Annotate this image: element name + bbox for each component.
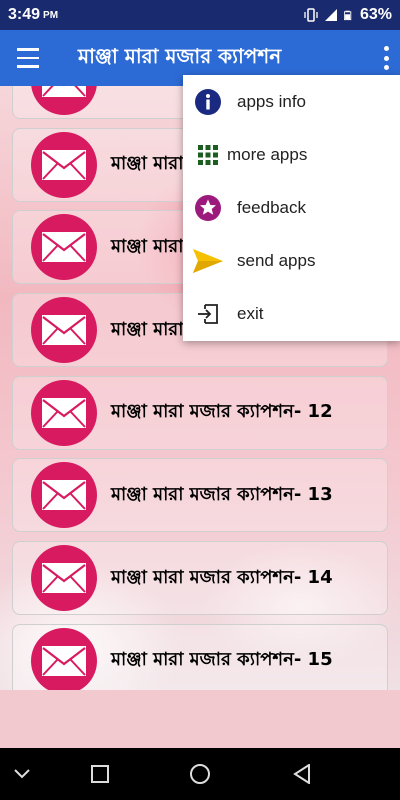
envelope-icon — [31, 214, 97, 281]
system-nav-bar — [0, 748, 400, 800]
menu-label: feedback — [237, 197, 306, 217]
list-item-label: মাঞ্জা মারা মজার ক্যাপশন- 15 — [111, 649, 333, 671]
chevron-down-icon[interactable] — [10, 762, 34, 786]
list-item-label: মাঞ্জা মারা মজার ক্যাপশন- 13 — [111, 483, 333, 505]
menu-item-send-apps[interactable]: send apps — [183, 234, 400, 287]
signal-icon — [324, 9, 337, 21]
list-item-label: মাঞ্জা মারা মজার ক্যাপশন- 12 — [111, 401, 333, 423]
menu-item-more-apps[interactable]: more apps — [183, 128, 400, 181]
envelope-icon — [31, 627, 97, 690]
menu-label: apps info — [237, 91, 306, 111]
recents-icon[interactable] — [88, 762, 112, 786]
status-time: 3:49 — [8, 6, 41, 23]
envelope-icon — [31, 86, 97, 115]
menu-label: more apps — [227, 144, 308, 164]
menu-item-feedback[interactable]: feedback — [183, 181, 400, 234]
more-vert-icon[interactable] — [382, 46, 390, 70]
list-item[interactable]: মাঞ্জা মারা মজার ক্যাপশন- 14 — [12, 541, 388, 616]
list-item[interactable]: মাঞ্জা মারা মজার ক্যাপশন- 13 — [12, 458, 388, 533]
menu-label: exit — [237, 303, 264, 323]
status-bar: 3:49 PM 63% — [0, 0, 400, 30]
envelope-icon — [31, 462, 97, 529]
envelope-icon — [31, 297, 97, 364]
overflow-menu: apps info more apps feedback send apps e… — [183, 75, 400, 341]
battery-icon — [343, 10, 352, 21]
list-item[interactable]: মাঞ্জা মারা মজার ক্যাপশন- 15 — [12, 623, 388, 690]
menu-label: send apps — [237, 250, 316, 270]
vibrate-icon — [304, 8, 318, 22]
envelope-icon — [31, 379, 97, 446]
menu-item-apps-info[interactable]: apps info — [183, 75, 400, 128]
list-item[interactable]: মাঞ্জা মারা মজার ক্যাপশন- 12 — [12, 375, 388, 450]
star-icon — [193, 193, 223, 223]
status-ampm: PM — [43, 9, 59, 21]
hamburger-icon[interactable] — [0, 30, 56, 86]
send-icon — [193, 246, 223, 276]
envelope-icon — [31, 131, 97, 198]
back-icon[interactable] — [290, 762, 314, 786]
list-item-label: মাঞ্জা মারা মজার ক্যাপশন- 14 — [111, 566, 333, 588]
status-right: 63% — [304, 6, 392, 24]
info-icon — [193, 87, 223, 117]
home-icon[interactable] — [188, 762, 212, 786]
exit-icon — [193, 299, 223, 329]
envelope-icon — [31, 545, 97, 612]
battery-percent: 63% — [359, 6, 392, 23]
page-title: মাঞ্জা মারা মজার ক্যাপশন — [78, 43, 282, 68]
grid-icon — [193, 140, 223, 170]
menu-item-exit[interactable]: exit — [183, 287, 400, 340]
